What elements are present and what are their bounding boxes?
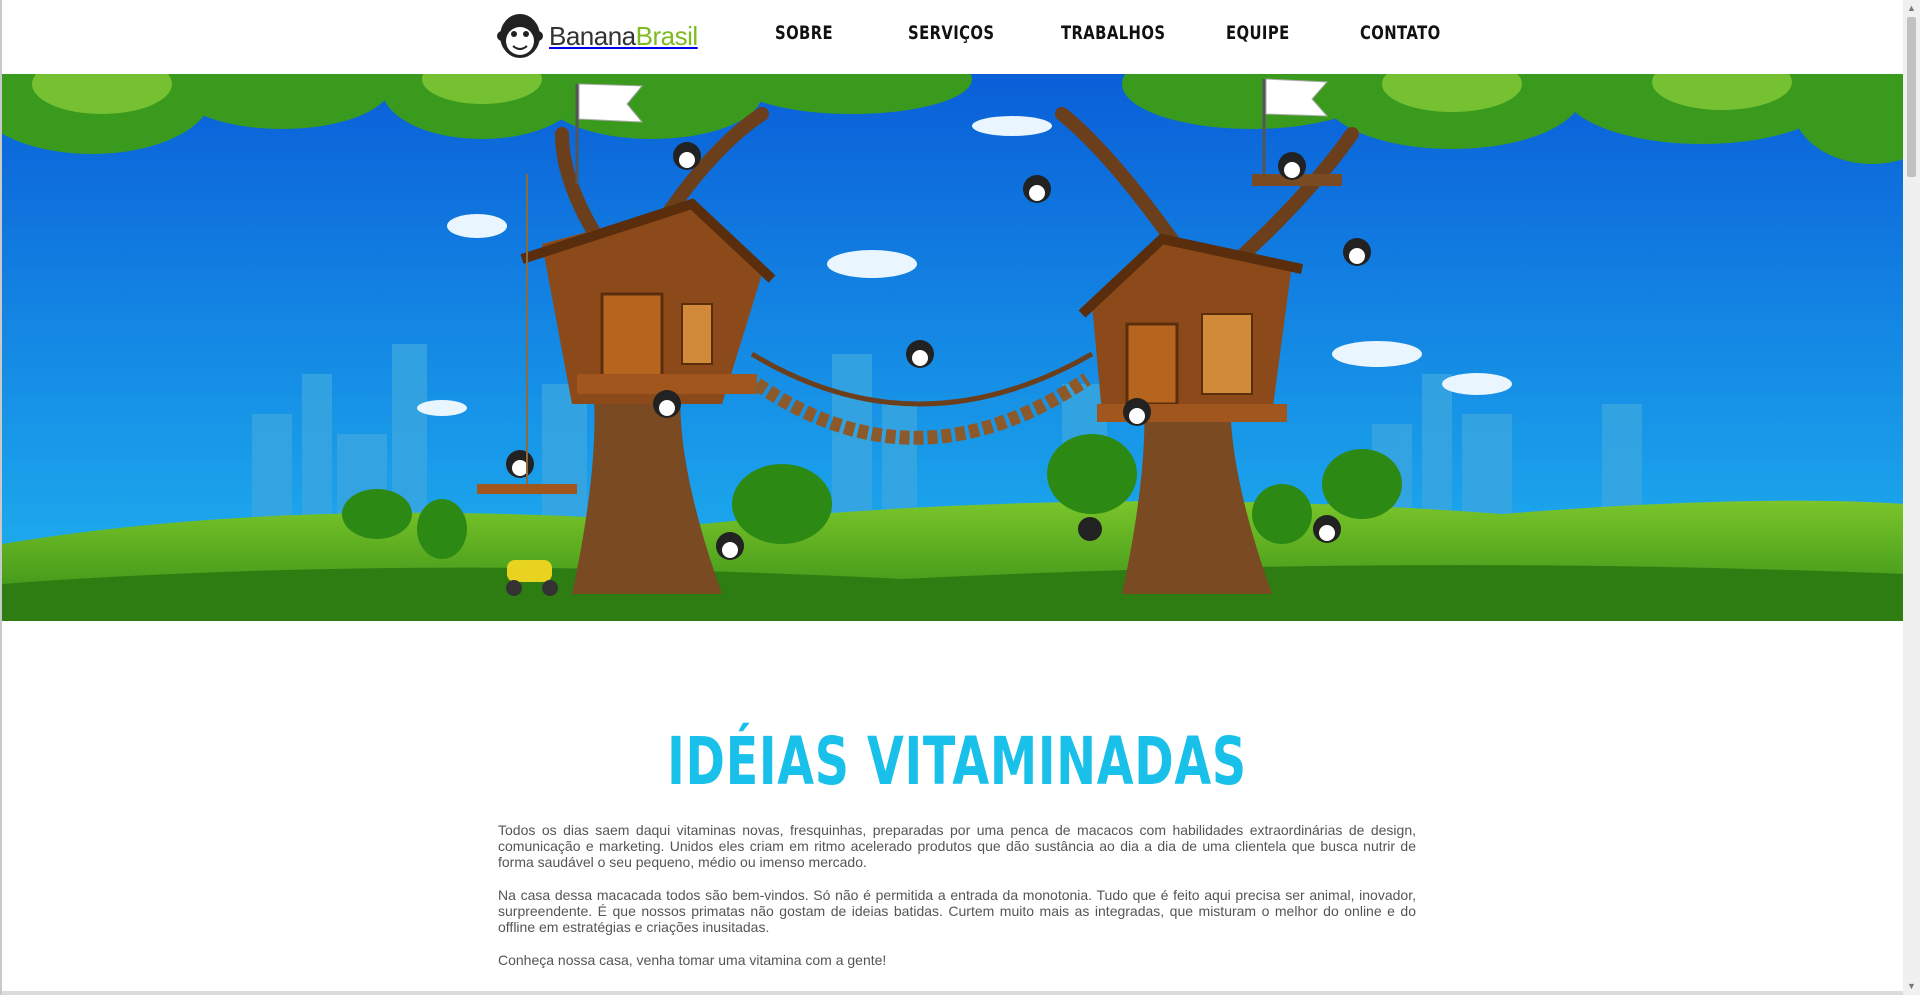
bottom-edge: [2, 991, 1903, 995]
about-paragraph-3: Conheça nossa casa, venha tomar uma vita…: [498, 952, 887, 968]
scroll-up-arrow-icon[interactable]: ▲: [1903, 0, 1920, 17]
scroll-thumb[interactable]: [1907, 17, 1916, 177]
nav-item-equipe[interactable]: EQUIPE: [1226, 22, 1290, 44]
nav-item-trabalhos[interactable]: TRABALHOS: [1061, 22, 1165, 44]
about-paragraph-1: Todos os dias saem daqui vitaminas novas…: [498, 822, 1416, 870]
site-header: BananaBrasil SOBRE SERVIÇOS TRABALHOS EQ…: [2, 0, 1903, 74]
vertical-scrollbar[interactable]: ▲ ▼: [1903, 0, 1920, 995]
hero-banner: [2, 74, 1903, 621]
nav-item-servicos[interactable]: SERVIÇOS: [908, 22, 994, 44]
nav-item-sobre[interactable]: SOBRE: [775, 22, 833, 44]
nav-item-contato[interactable]: CONTATO: [1360, 22, 1441, 44]
section-headline: IDÉIAS VITAMINADAS: [667, 723, 1247, 800]
treehouse-scene-illustration: [2, 74, 1903, 621]
main-nav: SOBRE SERVIÇOS TRABALHOS EQUIPE CONTATO: [2, 22, 1903, 52]
about-paragraph-2: Na casa dessa macacada todos são bem-vin…: [498, 887, 1416, 935]
about-section: IDÉIAS VITAMINADAS Todos os dias saem da…: [498, 722, 1416, 985]
browser-viewport: BananaBrasil SOBRE SERVIÇOS TRABALHOS EQ…: [0, 0, 1903, 995]
scroll-down-arrow-icon[interactable]: ▼: [1903, 978, 1920, 995]
